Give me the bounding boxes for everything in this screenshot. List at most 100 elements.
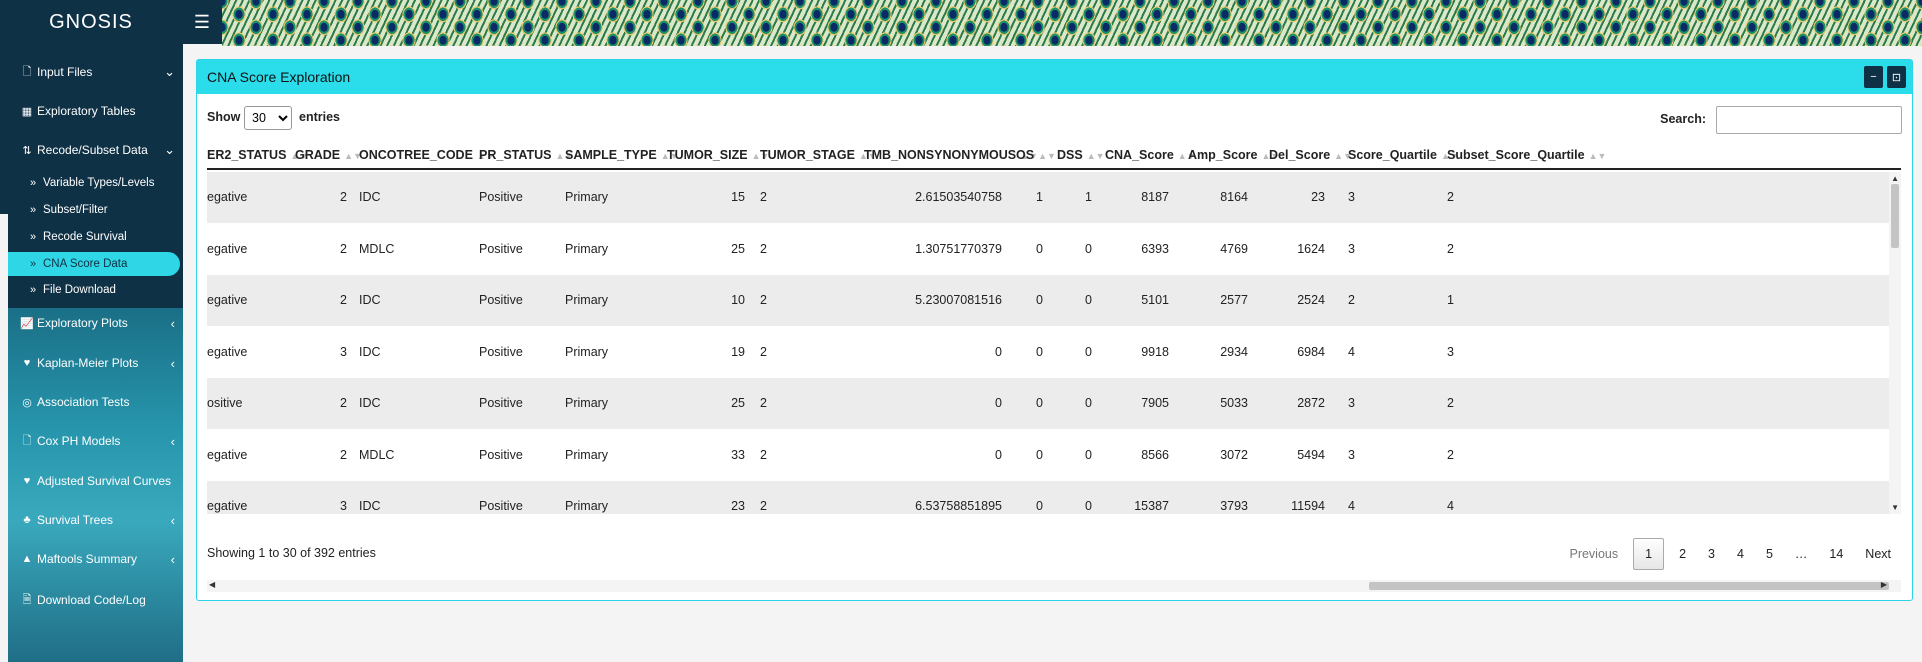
table-row[interactable]: egative 2 IDC Positive Primary 10 2 5.230070815…	[207, 275, 1889, 326]
sidebar-subitem-variable-types[interactable]: » Variable Types/Levels	[8, 171, 183, 195]
sidebar-item-exploratory-plots[interactable]: 📈 Exploratory Plots ‹	[8, 308, 183, 338]
table-cell: 2	[760, 241, 767, 256]
sidebar: 🗋 Input Files ⌄ ▦ Exploratory Tables ⇅ Recod…	[0, 44, 183, 662]
sidebar-item-maftools[interactable]: ▲ Maftools Summary ‹	[8, 544, 183, 574]
sidebar-subitem-recode-survival[interactable]: » Recode Survival	[8, 225, 183, 249]
table-cell: 2	[1447, 447, 1454, 462]
table-cell: 19	[731, 344, 745, 359]
page-size-select[interactable]: 30	[244, 106, 292, 130]
table-cell: 5033	[1220, 396, 1248, 410]
column-header-tumor-size[interactable]: TUMOR_SIZE ▲▼	[667, 148, 769, 162]
column-header-grade[interactable]: GRADE ▲▼	[295, 148, 362, 162]
table-cell: 2	[760, 499, 767, 513]
sidebar-item-adjusted-survival[interactable]: ♥ Adjusted Survival Curves	[8, 466, 183, 496]
table-cell: Positive	[479, 190, 523, 204]
search-label: Search:	[1660, 112, 1706, 126]
table-cell: 3	[1447, 344, 1454, 359]
column-header-sample-type[interactable]: SAMPLE_TYPE ▲▼	[565, 148, 679, 162]
table-cell: 2	[1447, 241, 1454, 256]
sidebar-item-label: Input Files	[37, 65, 93, 79]
table-row[interactable]: egative 3 IDC Positive Primary 19 2 0 0 0 9918 2934…	[207, 327, 1889, 378]
column-header-tmb-nonsynonymous[interactable]: TMB_NONSYNONYMOUS ▲▼	[864, 148, 1038, 162]
sidebar-item-kaplan-meier[interactable]: ♥ Kaplan-Meier Plots ‹	[8, 348, 183, 378]
sidebar-subitem-cna-score-data[interactable]: » CNA Score Data	[8, 252, 180, 276]
scroll-left-icon[interactable]: ◀	[209, 580, 215, 589]
sidebar-item-label: Adjusted Survival Curves	[37, 474, 172, 488]
scroll-up-icon[interactable]: ▲	[1891, 174, 1899, 183]
chevron-down-icon: ⌄	[164, 64, 175, 79]
column-header-score-quartile[interactable]: Score_Quartile ▲▼	[1348, 148, 1459, 162]
sidebar-item-download-code[interactable]: 🗎 Download Code/Log	[8, 585, 183, 615]
table-cell: 0	[1036, 344, 1043, 359]
horizontal-scroll-thumb[interactable]	[1369, 582, 1889, 590]
table-row[interactable]: egative 3 IDC Positive Primary 23 2 6.537588518…	[207, 481, 1889, 514]
table-row[interactable]: egative 2 IDC Positive Primary 15 2 2.615035407…	[207, 172, 1889, 223]
page-button-3[interactable]: 3	[1697, 538, 1726, 570]
table-cell: Primary	[565, 190, 609, 204]
collapse-button[interactable]: −	[1864, 66, 1883, 88]
sidebar-item-survival-trees[interactable]: ♣ Survival Trees ‹	[8, 505, 183, 535]
table-cell: IDC	[359, 190, 381, 204]
page-button-5[interactable]: 5	[1755, 538, 1784, 570]
hamburger-icon[interactable]: ☰	[182, 0, 222, 44]
table-cell: 4	[1348, 344, 1355, 359]
sidebar-item-label: Exploratory Tables	[37, 104, 136, 118]
table-cell: Positive	[479, 447, 523, 462]
sidebar-subitem-subset-filter[interactable]: » Subset/Filter	[8, 198, 183, 222]
table-cell: IDC	[359, 396, 381, 410]
table-row[interactable]: egative 2 MDLC Positive Primary 25 2 1.30751770…	[207, 224, 1889, 275]
previous-page-button[interactable]: Previous	[1558, 538, 1629, 570]
sidebar-item-association-tests[interactable]: ◎ Association Tests	[8, 387, 183, 417]
column-header-label: TUMOR_STAGE	[760, 148, 855, 162]
double-chevron-icon: »	[29, 231, 37, 243]
column-header-label: TUMOR_SIZE	[667, 148, 748, 162]
sidebar-item-recode-subset[interactable]: ⇅ Recode/Subset Data ⌄	[8, 135, 183, 165]
column-header-cna-score[interactable]: CNA_Score ▲▼	[1105, 148, 1196, 162]
vertical-scroll-thumb[interactable]	[1891, 184, 1899, 248]
table-row[interactable]: egative 2 MDLC Positive Primary 33 2 0 0 0 8566 307…	[207, 430, 1889, 481]
search-input[interactable]	[1716, 106, 1902, 134]
page-button-14[interactable]: 14	[1818, 538, 1854, 570]
column-header-dss[interactable]: DSS ▲▼	[1057, 148, 1105, 162]
sidebar-item-label: Survival Trees	[37, 513, 114, 527]
table-cell: 23	[731, 499, 745, 513]
scroll-right-icon[interactable]: ▶	[1881, 580, 1887, 589]
horizontal-scrollbar[interactable]: ◀ ▶	[207, 580, 1901, 592]
next-page-button[interactable]: Next	[1854, 538, 1902, 570]
column-header-pr-status[interactable]: PR_STATUS ▲▼	[479, 148, 573, 162]
column-header-label: ER2_STATUS	[207, 148, 287, 162]
column-header-oncotree-code[interactable]: ONCOTREE_CODE ▲▼	[359, 148, 495, 162]
page-ellipsis: …	[1794, 547, 1808, 561]
table-cell: 2	[1447, 396, 1454, 410]
column-header-subset-score-quartile[interactable]: Subset_Score_Quartile ▲▼	[1447, 148, 1606, 162]
heartbeat-icon: ♥	[23, 475, 31, 487]
table-cell: 2	[1348, 293, 1355, 307]
column-header-amp-score[interactable]: Amp_Score ▲▼	[1188, 148, 1279, 162]
page-button-4[interactable]: 4	[1726, 538, 1755, 570]
table-cell: 8164	[1220, 190, 1248, 204]
table-cell: Positive	[479, 499, 523, 513]
sidebar-item-input-files[interactable]: 🗋 Input Files ⌄	[8, 57, 183, 87]
sidebar-item-exploratory-tables[interactable]: ▦ Exploratory Tables	[8, 96, 183, 126]
table-cell: MDLC	[359, 447, 395, 462]
page-button-1[interactable]: 1	[1633, 538, 1665, 570]
app-title[interactable]: GNOSIS	[0, 11, 182, 34]
sidebar-subitem-file-download[interactable]: » File Download	[8, 278, 183, 302]
scroll-down-icon[interactable]: ▼	[1891, 503, 1899, 512]
column-header-tumor-stage[interactable]: TUMOR_STAGE ▲▼	[760, 148, 877, 162]
maximize-button[interactable]: ⊡	[1887, 66, 1906, 88]
chevron-left-icon: ‹	[170, 433, 175, 449]
table-cell: IDC	[359, 344, 381, 359]
column-header-er2-status[interactable]: ER2_STATUS ▲▼	[207, 148, 308, 162]
column-header-os[interactable]: OS ▲▼	[1016, 148, 1056, 162]
vertical-scrollbar[interactable]: ▲ ▼	[1889, 172, 1901, 514]
column-header-label: OS	[1016, 148, 1035, 162]
column-header-del-score[interactable]: Del_Score ▲▼	[1269, 148, 1352, 162]
table-cell: 6.53758851895	[915, 499, 1002, 513]
table-row[interactable]: ositive 2 IDC Positive Primary 25 2 0 0 0 7905 5033…	[207, 378, 1889, 429]
table-cell: Primary	[565, 396, 609, 410]
column-header-label: Amp_Score	[1188, 148, 1258, 162]
table-cell: 2	[760, 396, 767, 410]
page-button-2[interactable]: 2	[1668, 538, 1697, 570]
sidebar-item-cox-ph[interactable]: 🗋 Cox PH Models ‹	[8, 426, 183, 456]
